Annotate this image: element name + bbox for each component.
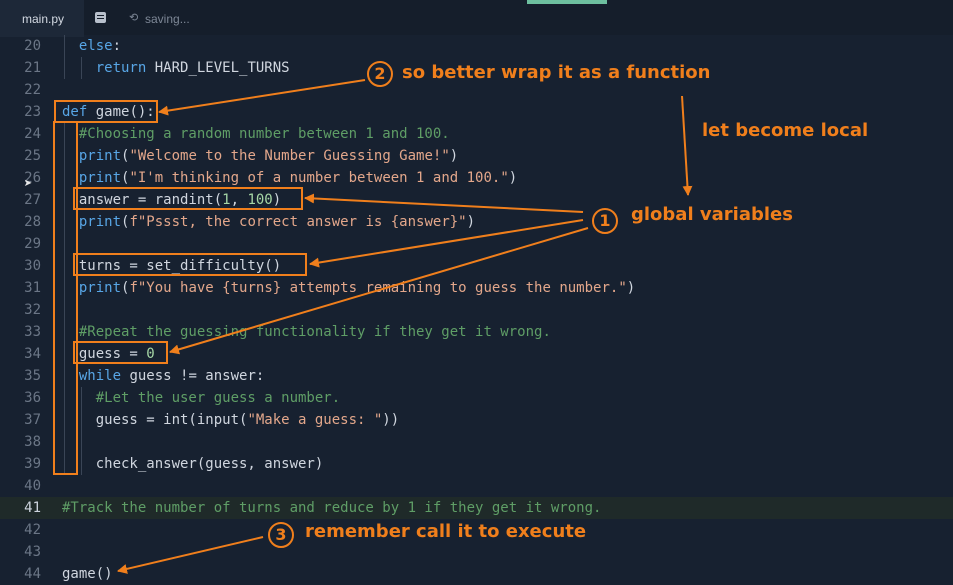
- annotation-number-2: 2: [367, 61, 393, 87]
- highlight-box-turns: [73, 253, 307, 276]
- annotation-remember-call: remember call it to execute: [305, 521, 587, 542]
- arrow-1-to-guess: [169, 227, 589, 355]
- highlight-box-function-body: [53, 121, 78, 475]
- annotation-overlay: [53, 79, 693, 574]
- arrow-1-to-answer: [304, 193, 584, 213]
- annotation-wrap-function: so better wrap it as a function: [402, 62, 711, 83]
- highlight-box-guess: [73, 341, 168, 364]
- arrow-local-down: [681, 95, 693, 196]
- highlight-box-answer: [73, 187, 303, 210]
- annotation-number-1: 1: [592, 208, 618, 234]
- annotation-global-variables: global variables: [631, 204, 793, 225]
- arrow-2-to-def: [158, 79, 366, 116]
- arrow-3-to-call: [117, 536, 264, 574]
- annotation-number-3: 3: [268, 522, 294, 548]
- highlight-box-def-game: [54, 100, 158, 123]
- annotation-let-become-local: let become local: [702, 120, 869, 141]
